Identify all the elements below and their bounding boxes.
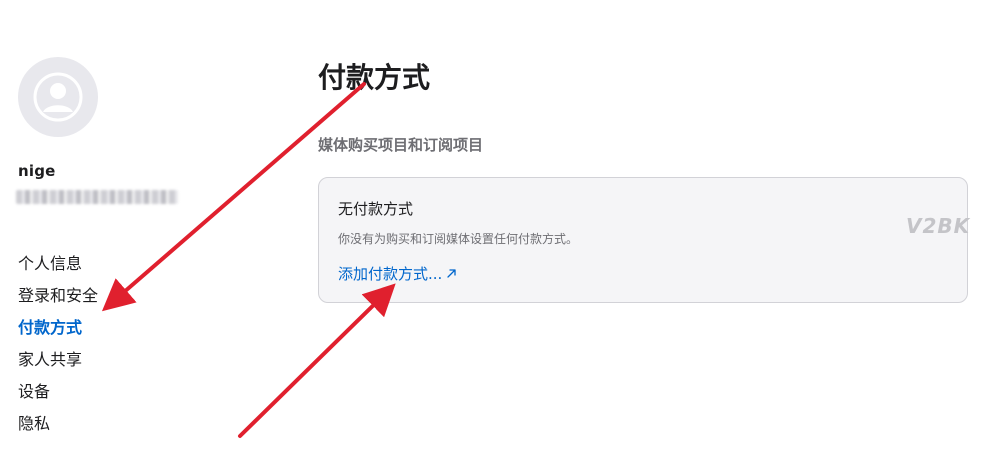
card-title: 无付款方式 xyxy=(338,200,414,218)
sidebar: nige 个人信息 登录和安全 付款方式 家人共享 设备 隐私 xyxy=(0,0,300,467)
sidebar-item-sign-in-security[interactable]: 登录和安全 xyxy=(18,280,98,312)
sidebar-nav: 个人信息 登录和安全 付款方式 家人共享 设备 隐私 xyxy=(18,248,98,440)
sidebar-item-privacy[interactable]: 隐私 xyxy=(18,408,98,440)
add-payment-method-label: 添加付款方式... xyxy=(338,265,443,283)
username: nige xyxy=(18,162,56,180)
external-arrow-icon xyxy=(447,269,456,278)
main-content: 付款方式 媒体购买项目和订阅项目 无付款方式 你没有为购买和订阅媒体设置任何付款… xyxy=(318,0,978,467)
page-title: 付款方式 xyxy=(318,61,431,94)
user-icon xyxy=(33,72,83,122)
sidebar-item-family-sharing[interactable]: 家人共享 xyxy=(18,344,98,376)
sidebar-item-devices[interactable]: 设备 xyxy=(18,376,98,408)
watermark: V2BK xyxy=(906,214,971,238)
email-redacted xyxy=(16,190,178,204)
sidebar-item-personal-info[interactable]: 个人信息 xyxy=(18,248,98,280)
payment-method-card: 无付款方式 你没有为购买和订阅媒体设置任何付款方式。 添加付款方式... xyxy=(318,177,968,303)
sidebar-item-payment-methods[interactable]: 付款方式 xyxy=(18,312,98,344)
section-title: 媒体购买项目和订阅项目 xyxy=(318,136,484,154)
card-description: 你没有为购买和订阅媒体设置任何付款方式。 xyxy=(338,232,579,246)
add-payment-method-link[interactable]: 添加付款方式... xyxy=(338,263,457,284)
avatar[interactable] xyxy=(18,57,98,137)
